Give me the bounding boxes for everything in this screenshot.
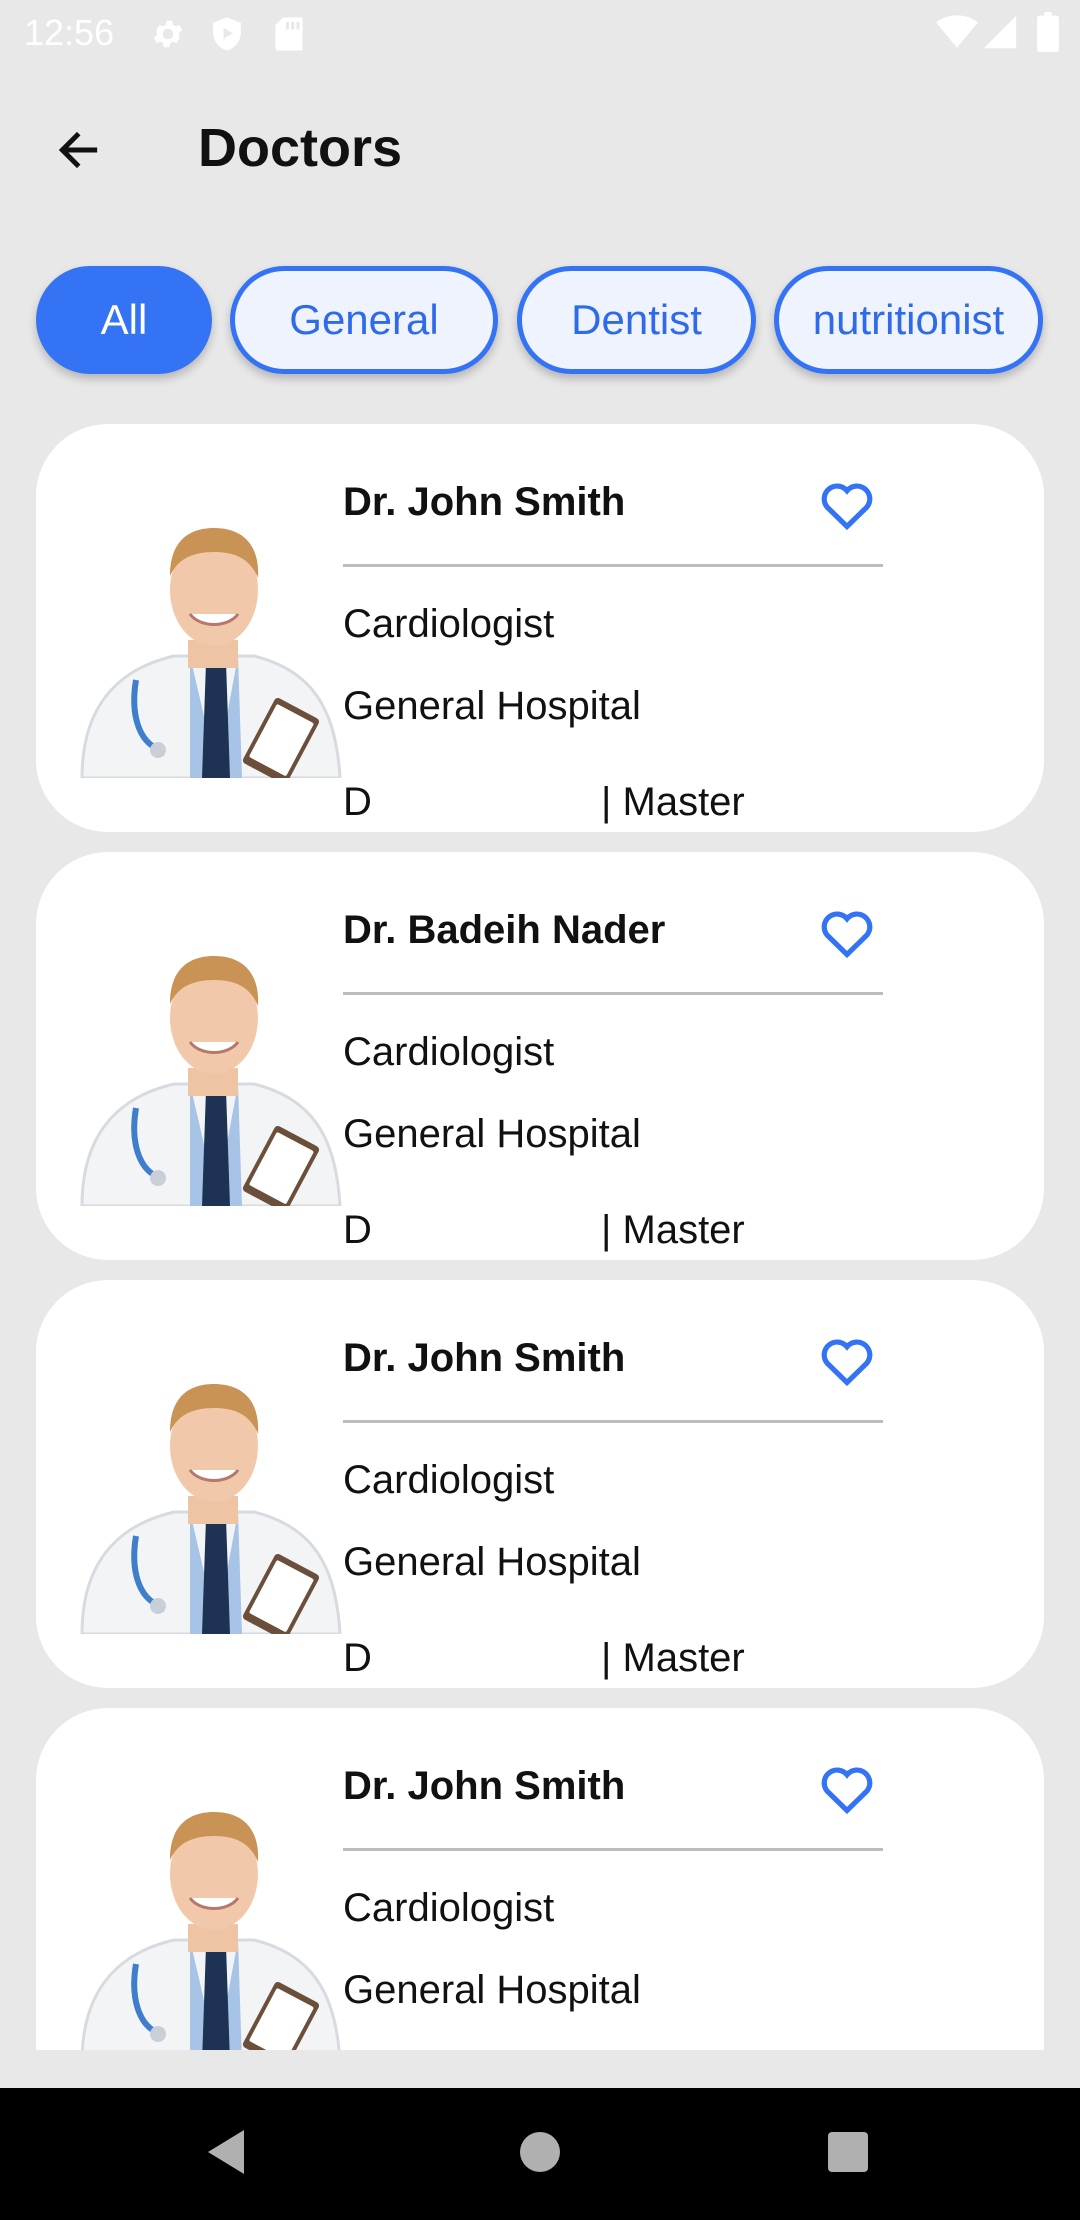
doctor-hospital: General Hospital xyxy=(343,1540,641,1584)
recents-square-icon xyxy=(826,2130,870,2179)
battery-icon xyxy=(1036,12,1060,57)
doctor-photo-icon xyxy=(80,956,342,1212)
shield-play-icon xyxy=(210,16,244,57)
doctor-specialty: Cardiologist xyxy=(343,1030,555,1074)
doctor-card[interactable]: Dr. Badeih Nader Cardiologist General Ho… xyxy=(36,852,1044,1260)
doctor-specialty: Cardiologist xyxy=(343,602,555,646)
sd-card-icon xyxy=(274,16,304,57)
doctor-name[interactable]: Dr. Badeih Nader xyxy=(343,902,665,958)
favorite-button[interactable] xyxy=(814,904,880,964)
filter-chip-all[interactable]: All xyxy=(36,266,212,374)
heart-outline-icon xyxy=(818,1762,876,1819)
heart-outline-icon xyxy=(818,906,876,963)
signal-icon xyxy=(982,14,1018,55)
filter-chip-dentist[interactable]: Dentist xyxy=(517,266,756,374)
favorite-button[interactable] xyxy=(814,476,880,536)
doctor-specialty: Cardiologist xyxy=(343,1458,555,1502)
doctor-photo-icon xyxy=(80,1384,342,1640)
page-title: Doctors xyxy=(198,118,403,178)
doctor-degree: D xyxy=(343,1636,372,1680)
doctor-name[interactable]: Dr. John Smith xyxy=(343,474,625,530)
heart-outline-icon xyxy=(818,478,876,535)
gear-icon xyxy=(150,16,186,57)
doctor-avatar xyxy=(74,1764,354,2050)
home-circle-icon xyxy=(518,2130,562,2179)
doctor-hospital: General Hospital xyxy=(343,1112,641,1156)
card-divider xyxy=(343,992,883,995)
doctor-rank: | Master xyxy=(601,1208,745,1252)
doctor-degree: D xyxy=(343,780,372,824)
nav-home-button[interactable] xyxy=(510,2124,570,2184)
status-bar: 12:56 xyxy=(0,0,1080,66)
doctor-photo-icon xyxy=(80,1812,341,2050)
doctor-card[interactable]: Dr. John Smith Cardiologist General Hosp… xyxy=(36,424,1044,832)
filter-chips: All General Dentist nutritionist xyxy=(0,266,1080,376)
filter-chip-general[interactable]: General xyxy=(230,266,498,374)
system-nav-bar xyxy=(0,2088,1080,2220)
app-bar: Doctors xyxy=(0,66,1080,216)
doctor-rank: | Master xyxy=(601,1636,745,1680)
favorite-button[interactable] xyxy=(814,1332,880,1392)
doctor-photo-icon xyxy=(80,528,342,784)
doctor-degree: D xyxy=(343,1208,372,1252)
doctor-name[interactable]: Dr. John Smith xyxy=(343,1330,625,1386)
doctor-list[interactable]: Dr. John Smith Cardiologist General Hosp… xyxy=(0,424,1080,2050)
doctor-specialty: Cardiologist xyxy=(343,1886,555,1930)
card-divider xyxy=(343,564,883,567)
arrow-left-icon xyxy=(53,125,103,180)
card-divider xyxy=(343,1848,883,1851)
doctor-avatar xyxy=(74,480,354,784)
favorite-button[interactable] xyxy=(814,1760,880,1820)
doctor-card[interactable]: Dr. John Smith Cardiologist General Hosp… xyxy=(36,1280,1044,1688)
filter-chip-nutritionist[interactable]: nutritionist xyxy=(774,266,1043,374)
wifi-icon xyxy=(936,14,978,55)
doctor-hospital: General Hospital xyxy=(343,684,641,728)
doctor-avatar xyxy=(74,908,354,1212)
card-divider xyxy=(343,1420,883,1423)
back-triangle-icon xyxy=(204,2128,248,2181)
heart-outline-icon xyxy=(818,1334,876,1391)
back-button[interactable] xyxy=(40,114,116,190)
doctor-rank: | Master xyxy=(601,780,745,824)
nav-recents-button[interactable] xyxy=(818,2124,878,2184)
doctor-card[interactable]: Dr. John Smith Cardiologist General Hosp… xyxy=(36,1708,1044,2050)
doctor-hospital: General Hospital xyxy=(343,1968,641,2012)
doctor-avatar xyxy=(74,1336,354,1640)
status-time: 12:56 xyxy=(24,12,115,53)
nav-back-button[interactable] xyxy=(196,2124,256,2184)
doctor-name[interactable]: Dr. John Smith xyxy=(343,1758,625,1814)
